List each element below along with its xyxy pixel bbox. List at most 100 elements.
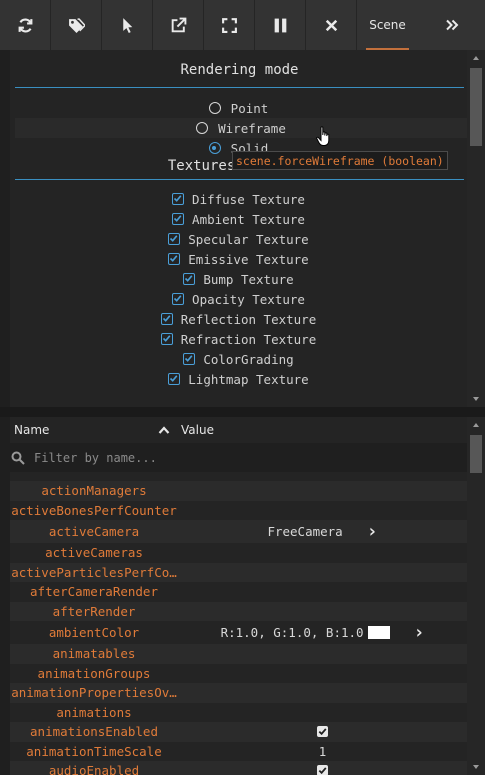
property-row[interactable]: ambientColor R:1.0, G:1.0, B:1.0 › [10,621,467,644]
property-value [178,761,467,775]
property-name: afterRender [52,603,136,619]
checkbox[interactable] [183,353,196,365]
upper-scrollbar-thumb[interactable] [470,68,482,146]
tab-scene[interactable]: Scene [357,0,418,50]
popout-button[interactable] [153,0,204,50]
property-value-text: FreeCamera [267,524,343,539]
upper-scroll-down-arrow[interactable] [473,397,479,401]
search-icon [11,451,25,465]
property-name: animationPropertiesOv… [11,685,177,701]
fullscreen-button[interactable] [204,0,255,50]
texture-checkbox-row[interactable]: Lightmap Texture [10,369,467,389]
property-row[interactable]: afterRender [10,601,467,621]
property-name: activeCamera [48,524,140,539]
property-row[interactable]: animationPropertiesOv… [10,683,467,703]
filter-bar [10,443,467,472]
texture-checkbox-row[interactable]: Refraction Texture [10,329,467,349]
property-name: animations [56,704,132,720]
texture-checkbox-row[interactable]: Ambient Texture [10,209,467,229]
texture-checkbox-row[interactable]: ColorGrading [10,349,467,369]
lower-scrollbar-thumb[interactable] [470,435,482,473]
property-row[interactable]: animationsEnabled [10,722,467,742]
checkbox[interactable] [160,313,173,325]
texture-label: Emissive Texture [188,251,309,267]
property-value [178,563,467,583]
color-swatch[interactable] [367,626,390,639]
property-name: animatables [52,646,136,662]
name-column-header[interactable]: Name [14,423,49,437]
filter-input[interactable] [34,449,334,466]
property-value [178,481,467,501]
radio-point-label: Point [230,100,269,116]
texture-label: Opacity Texture [192,291,305,307]
property-row[interactable]: activeCameras [10,543,467,563]
upper-scroll-up-arrow[interactable] [473,56,479,60]
radio-wireframe-label: Wireframe [218,120,286,136]
property-name: animationTimeScale [26,743,162,759]
tags-button[interactable] [51,0,102,50]
value-checkbox[interactable] [317,765,328,775]
tab-scene-label: Scene [369,18,406,32]
texture-checkbox-row[interactable]: Specular Texture [10,229,467,249]
pause-icon [274,18,286,32]
property-row[interactable]: animations [10,703,467,723]
property-row[interactable]: animatables [10,644,467,664]
checkbox[interactable] [168,373,181,385]
checkbox[interactable] [183,273,196,285]
texture-label: Refraction Texture [180,331,317,347]
check-icon [162,335,171,342]
texture-checkbox-row[interactable]: Opacity Texture [10,289,467,309]
texture-checkbox-row[interactable]: Emissive Texture [10,249,467,269]
checkbox[interactable] [168,253,181,265]
refresh-button[interactable] [0,0,51,50]
property-value: R:1.0, G:1.0, B:1.0 › [178,621,467,644]
property-value [178,703,467,723]
double-chevron-right-icon [445,19,458,31]
pointer-icon [122,17,132,33]
expand-chevron-icon[interactable]: › [367,521,378,542]
check-icon [170,235,178,242]
radio-circle[interactable] [196,122,209,134]
lower-scroll-down-arrow[interactable] [473,765,479,769]
property-grid-header: Name Value [10,417,467,443]
lower-scroll-up-arrow[interactable] [473,423,479,427]
expand-chevron-icon[interactable]: › [414,622,425,643]
value-checkbox[interactable] [317,726,328,738]
checkbox[interactable] [172,193,185,205]
close-icon [325,19,337,31]
close-button[interactable] [306,0,357,50]
property-name: activeParticlesPerfCo… [11,564,177,580]
property-row[interactable]: audioEnabled [10,761,467,775]
texture-checkbox-row[interactable]: Diffuse Texture [10,189,467,209]
pick-button[interactable] [102,0,153,50]
checkbox[interactable] [168,233,181,245]
checkbox[interactable] [172,293,185,305]
property-name: audioEnabled [48,763,140,775]
pause-button[interactable] [255,0,306,50]
checkbox[interactable] [160,333,173,345]
sort-up-icon[interactable] [158,425,170,435]
property-row[interactable]: activeBonesPerfCounter [10,501,467,521]
property-value [178,543,467,563]
property-row[interactable]: afterCameraRender [10,582,467,602]
checkbox[interactable] [172,213,185,225]
property-row[interactable]: animationTimeScale 1 [10,742,467,762]
property-value [178,664,467,684]
texture-checkbox-row[interactable]: Reflection Texture [10,309,467,329]
radio-point[interactable]: Point [10,98,467,118]
radio-wireframe[interactable]: Wireframe [15,118,467,138]
property-row[interactable]: actionManagers [10,481,467,501]
check-icon [162,315,171,322]
texture-checkbox-row[interactable]: Bump Texture [10,269,467,289]
texture-label: Diffuse Texture [192,191,305,207]
property-row[interactable]: activeParticlesPerfCo… [10,562,467,583]
fullscreen-icon [221,17,237,33]
value-column-header: Value [181,423,214,437]
more-tabs-button[interactable] [418,0,485,50]
tags-icon [68,17,85,33]
property-row[interactable]: animationGroups [10,664,467,684]
radio-circle[interactable] [208,102,221,114]
property-name: afterCameraRender [30,584,158,600]
property-row[interactable]: activeCamera FreeCamera › [10,520,467,543]
radio-circle-selected[interactable] [208,142,221,154]
